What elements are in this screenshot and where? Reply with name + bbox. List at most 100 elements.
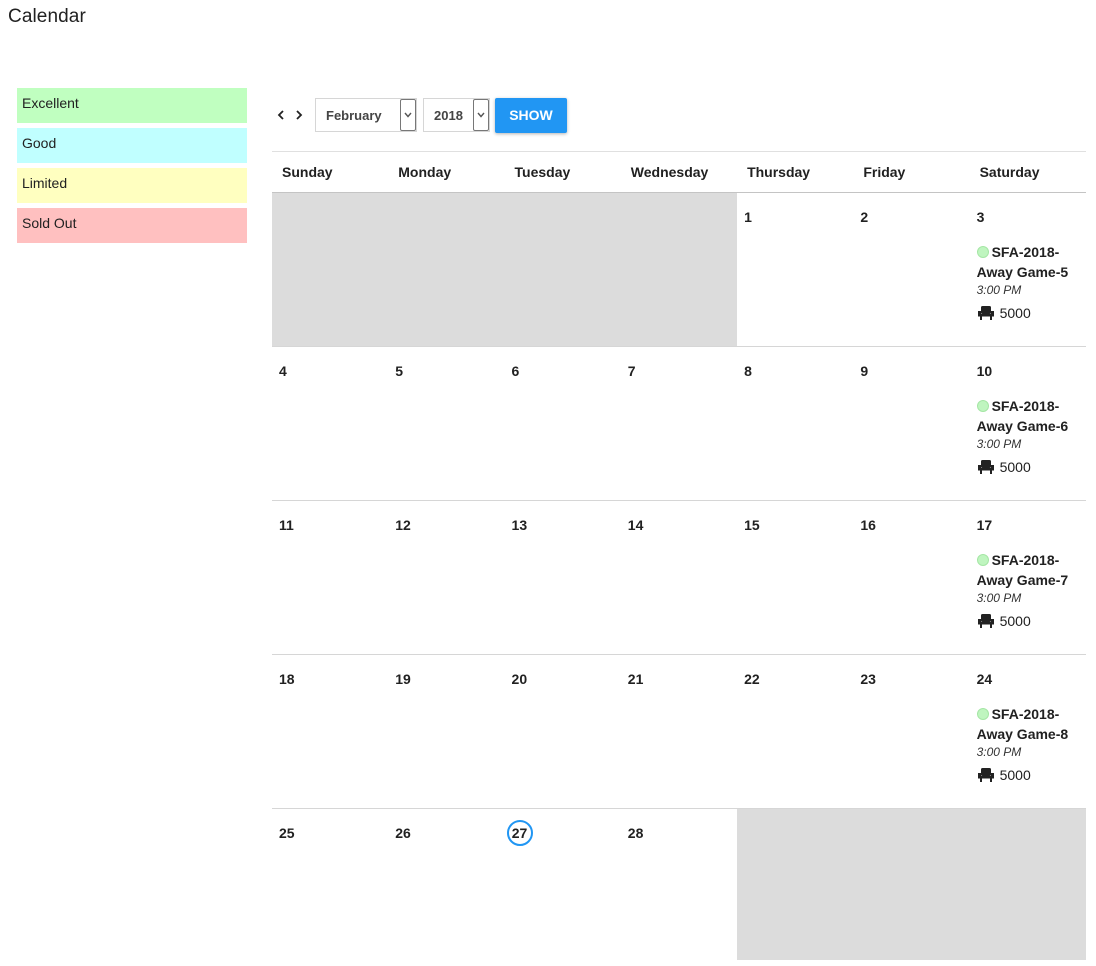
availability-legend: Excellent Good Limited Sold Out xyxy=(17,88,247,248)
day-cell[interactable]: 5 xyxy=(388,347,504,500)
day-cell[interactable]: 3 SFA-2018-Away Game-5 3:00 PM 5000 xyxy=(970,193,1086,346)
day-cell[interactable]: 1 xyxy=(737,193,853,346)
day-cell[interactable]: 8 xyxy=(737,347,853,500)
day-number: 26 xyxy=(395,825,411,841)
day-number: 19 xyxy=(395,671,411,687)
day-cell[interactable]: 13 xyxy=(505,501,621,654)
calendar-week-row: 1 2 3 SFA-2018-Away Game-5 3:00 PM 5000 xyxy=(272,193,1086,347)
day-cell[interactable]: 10 SFA-2018-Away Game-6 3:00 PM 5000 xyxy=(970,347,1086,500)
day-cell[interactable]: 2 xyxy=(853,193,969,346)
seat-icon xyxy=(977,306,994,320)
day-cell[interactable]: 11 xyxy=(272,501,388,654)
day-cell[interactable]: 17 SFA-2018-Away Game-7 3:00 PM 5000 xyxy=(970,501,1086,654)
day-cell[interactable]: 9 xyxy=(853,347,969,500)
event-item[interactable]: SFA-2018-Away Game-8 3:00 PM 5000 xyxy=(976,704,1079,783)
seat-icon xyxy=(977,768,994,782)
day-cell[interactable]: 21 xyxy=(621,655,737,808)
day-cell[interactable]: 7 xyxy=(621,347,737,500)
day-cell[interactable]: 23 xyxy=(853,655,969,808)
day-cell[interactable]: 12 xyxy=(388,501,504,654)
day-cell[interactable]: 6 xyxy=(505,347,621,500)
weekday-saturday: Saturday xyxy=(979,164,1040,180)
event-time: 3:00 PM xyxy=(976,437,1022,451)
empty-day-cell xyxy=(853,809,970,960)
empty-day-cell xyxy=(504,193,621,346)
event-seats: 5000 xyxy=(977,767,1079,783)
day-number: 13 xyxy=(511,517,528,533)
event-seats: 5000 xyxy=(977,613,1079,629)
calendar-toolbar: February 2018 SHOW xyxy=(272,97,567,133)
day-number: 18 xyxy=(279,671,295,687)
calendar-week-row: 25 26 27 28 xyxy=(272,809,1086,960)
day-number: 10 xyxy=(976,363,993,379)
weekday-thursday: Thursday xyxy=(747,164,811,180)
weekday-wednesday: Wednesday xyxy=(630,164,709,180)
year-dropdown-toggle[interactable] xyxy=(473,99,489,131)
day-number: 15 xyxy=(744,517,760,533)
legend-item-excellent: Excellent xyxy=(17,88,247,123)
event-title-text: SFA-2018-Away Game-6 xyxy=(976,398,1069,434)
event-item[interactable]: SFA-2018-Away Game-6 3:00 PM 5000 xyxy=(976,396,1079,475)
weekday-tuesday: Tuesday xyxy=(514,164,571,180)
day-number: 8 xyxy=(744,363,752,379)
event-title[interactable]: SFA-2018-Away Game-8 xyxy=(976,704,1079,744)
seat-icon xyxy=(977,460,994,474)
chevron-right-icon xyxy=(296,110,303,120)
day-cell[interactable]: 25 xyxy=(272,809,388,960)
next-month-button[interactable] xyxy=(290,105,308,125)
month-select[interactable]: February xyxy=(315,98,417,132)
day-cell[interactable]: 28 xyxy=(621,809,737,960)
calendar-grid: Sunday Monday Tuesday Wednesday Thursday… xyxy=(272,151,1086,960)
event-title[interactable]: SFA-2018-Away Game-6 xyxy=(976,396,1079,436)
status-dot-icon xyxy=(976,554,989,566)
event-title[interactable]: SFA-2018-Away Game-7 xyxy=(976,550,1079,590)
calendar-week-row: 18 19 20 21 22 23 24 SFA-2018-Away Game-8 3:00 P… xyxy=(272,655,1086,809)
event-title[interactable]: SFA-2018-Away Game-5 xyxy=(976,242,1079,282)
day-cell[interactable]: 20 xyxy=(505,655,621,808)
day-cell[interactable]: 24 SFA-2018-Away Game-8 3:00 PM 5000 xyxy=(970,655,1086,808)
day-cell[interactable]: 26 xyxy=(388,809,504,960)
show-button[interactable]: SHOW xyxy=(495,97,567,133)
day-number: 16 xyxy=(860,517,876,533)
event-item[interactable]: SFA-2018-Away Game-7 3:00 PM 5000 xyxy=(976,550,1079,629)
today-day-number: 27 xyxy=(506,820,533,846)
day-cell[interactable]: 15 xyxy=(737,501,853,654)
prev-month-button[interactable] xyxy=(272,105,290,125)
day-number: 23 xyxy=(860,671,876,687)
calendar-week-row: 11 12 13 14 15 16 17 SFA-2018-Away Game-7 3:00 P… xyxy=(272,501,1086,655)
event-seat-count: 5000 xyxy=(999,305,1031,321)
empty-day-cell xyxy=(737,809,854,960)
month-dropdown-toggle[interactable] xyxy=(400,99,416,131)
weekday-sunday: Sunday xyxy=(282,164,333,180)
event-seats: 5000 xyxy=(977,459,1079,475)
day-cell[interactable]: 4 xyxy=(272,347,388,500)
day-cell[interactable]: 19 xyxy=(388,655,504,808)
page-title: Calendar xyxy=(8,6,86,27)
empty-day-cell xyxy=(388,193,505,346)
event-time: 3:00 PM xyxy=(976,283,1022,297)
day-cell[interactable]: 18 xyxy=(272,655,388,808)
day-number: 24 xyxy=(976,671,993,687)
event-title-text: SFA-2018-Away Game-7 xyxy=(976,552,1069,588)
day-number: 12 xyxy=(395,517,411,533)
chevron-left-icon xyxy=(277,110,284,120)
empty-day-cell xyxy=(272,193,389,346)
empty-day-cell xyxy=(620,193,738,346)
event-seat-count: 5000 xyxy=(999,459,1031,475)
day-cell[interactable]: 16 xyxy=(853,501,969,654)
weekday-friday: Friday xyxy=(863,164,906,180)
day-number: 25 xyxy=(279,825,295,841)
day-cell[interactable]: 14 xyxy=(621,501,737,654)
event-item[interactable]: SFA-2018-Away Game-5 3:00 PM 5000 xyxy=(976,242,1079,321)
day-number: 17 xyxy=(976,517,993,533)
day-number: 5 xyxy=(395,363,404,379)
day-cell[interactable]: 22 xyxy=(737,655,853,808)
day-number: 11 xyxy=(279,517,294,533)
day-cell[interactable]: 27 xyxy=(505,809,621,960)
weekday-header: Sunday Monday Tuesday Wednesday Thursday… xyxy=(272,151,1086,193)
chevron-down-icon xyxy=(404,112,412,118)
legend-item-good: Good xyxy=(17,128,247,163)
status-dot-icon xyxy=(976,400,989,412)
year-select[interactable]: 2018 xyxy=(423,98,490,132)
day-number: 14 xyxy=(627,517,644,533)
